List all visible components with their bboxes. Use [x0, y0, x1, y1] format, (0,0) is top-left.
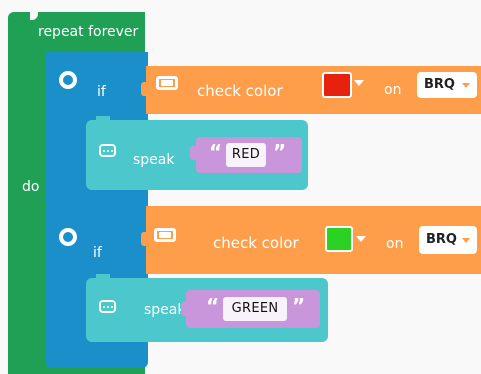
chevron-down-icon [462, 238, 470, 243]
gear-icon[interactable] [59, 228, 77, 246]
repeat-forever-label: repeat forever [38, 24, 139, 40]
chevron-down-icon [356, 236, 366, 242]
color-swatch-red [322, 72, 352, 98]
color-swatch-green [325, 226, 353, 252]
speak-text-green[interactable]: GREEN [223, 297, 287, 321]
speak-label-1: speak [133, 152, 175, 168]
open-quote-icon: “ [206, 294, 220, 318]
speech-bubble-icon [99, 144, 116, 157]
chevron-down-icon [354, 80, 364, 86]
close-quote-icon: ” [292, 294, 306, 318]
if-label-1: if [97, 84, 106, 100]
port-value-2: BRQ [426, 232, 457, 247]
chevron-down-icon [462, 83, 470, 88]
on-label-2: on [386, 236, 404, 252]
on-label-1: on [384, 82, 402, 98]
speak-text-red[interactable]: RED [226, 143, 266, 167]
speak-label-2: speak [144, 302, 186, 318]
check-color-label-1: check color [197, 82, 283, 100]
port-value-1: BRQ [424, 77, 455, 92]
if-label-2: if [93, 245, 102, 261]
check-color-label-2: check color [213, 234, 299, 252]
open-quote-icon: “ [209, 140, 223, 164]
do-label: do [22, 179, 40, 195]
gear-icon[interactable] [59, 71, 77, 89]
speech-bubble-icon [99, 300, 116, 313]
close-quote-icon: ” [273, 140, 287, 164]
